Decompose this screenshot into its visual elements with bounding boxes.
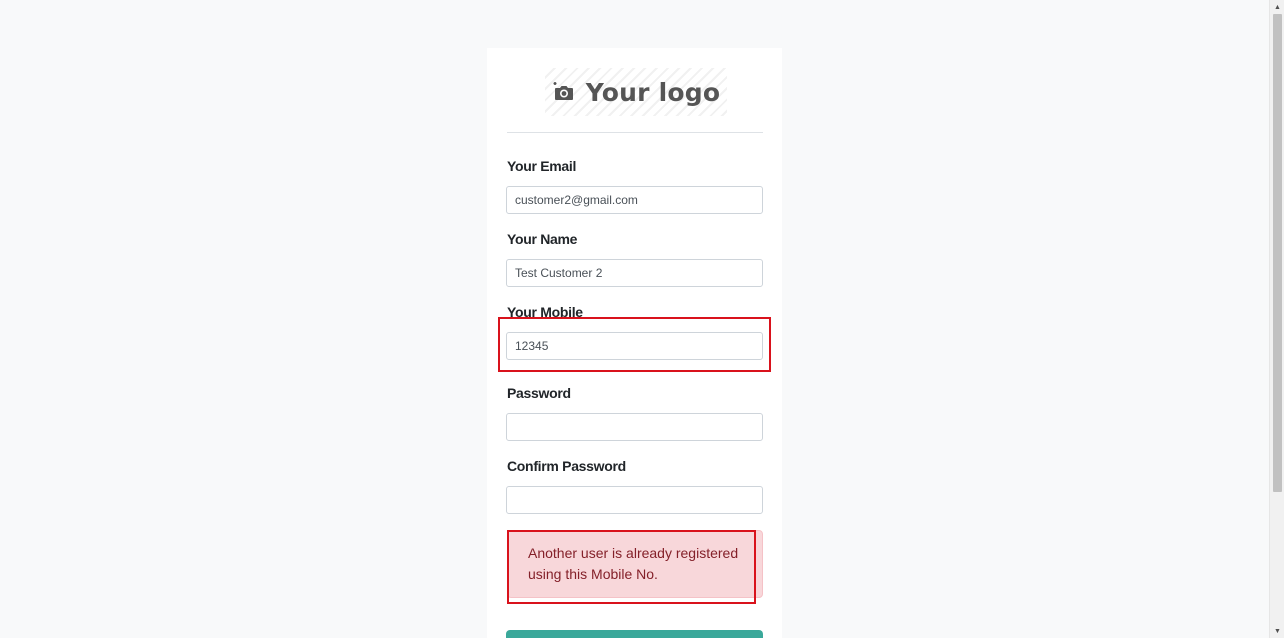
signup-submit-button[interactable]: [506, 630, 763, 638]
company-logo: Your logo: [545, 68, 727, 116]
scroll-up-arrow-icon[interactable]: ▲: [1270, 1, 1284, 13]
password-field[interactable]: [506, 413, 763, 441]
name-label: Your Name: [507, 231, 578, 247]
confirm-password-label: Confirm Password: [507, 458, 626, 474]
mobile-label: Your Mobile: [507, 304, 583, 320]
error-alert: Another user is already registered using…: [507, 530, 763, 598]
email-field[interactable]: [506, 186, 763, 214]
header-divider: [507, 132, 763, 133]
error-alert-message: Another user is already registered using…: [528, 545, 739, 582]
mobile-field[interactable]: [506, 332, 763, 360]
name-field[interactable]: [506, 259, 763, 287]
page-scrollbar[interactable]: ▲ ▼: [1269, 0, 1284, 638]
scrollbar-thumb[interactable]: [1273, 14, 1282, 492]
logo-text: Your logo: [585, 77, 721, 107]
password-label: Password: [507, 385, 571, 401]
camera-plus-icon: [553, 82, 573, 100]
confirm-password-field[interactable]: [506, 486, 763, 514]
scroll-down-arrow-icon[interactable]: ▼: [1270, 625, 1284, 637]
email-label: Your Email: [507, 158, 577, 174]
